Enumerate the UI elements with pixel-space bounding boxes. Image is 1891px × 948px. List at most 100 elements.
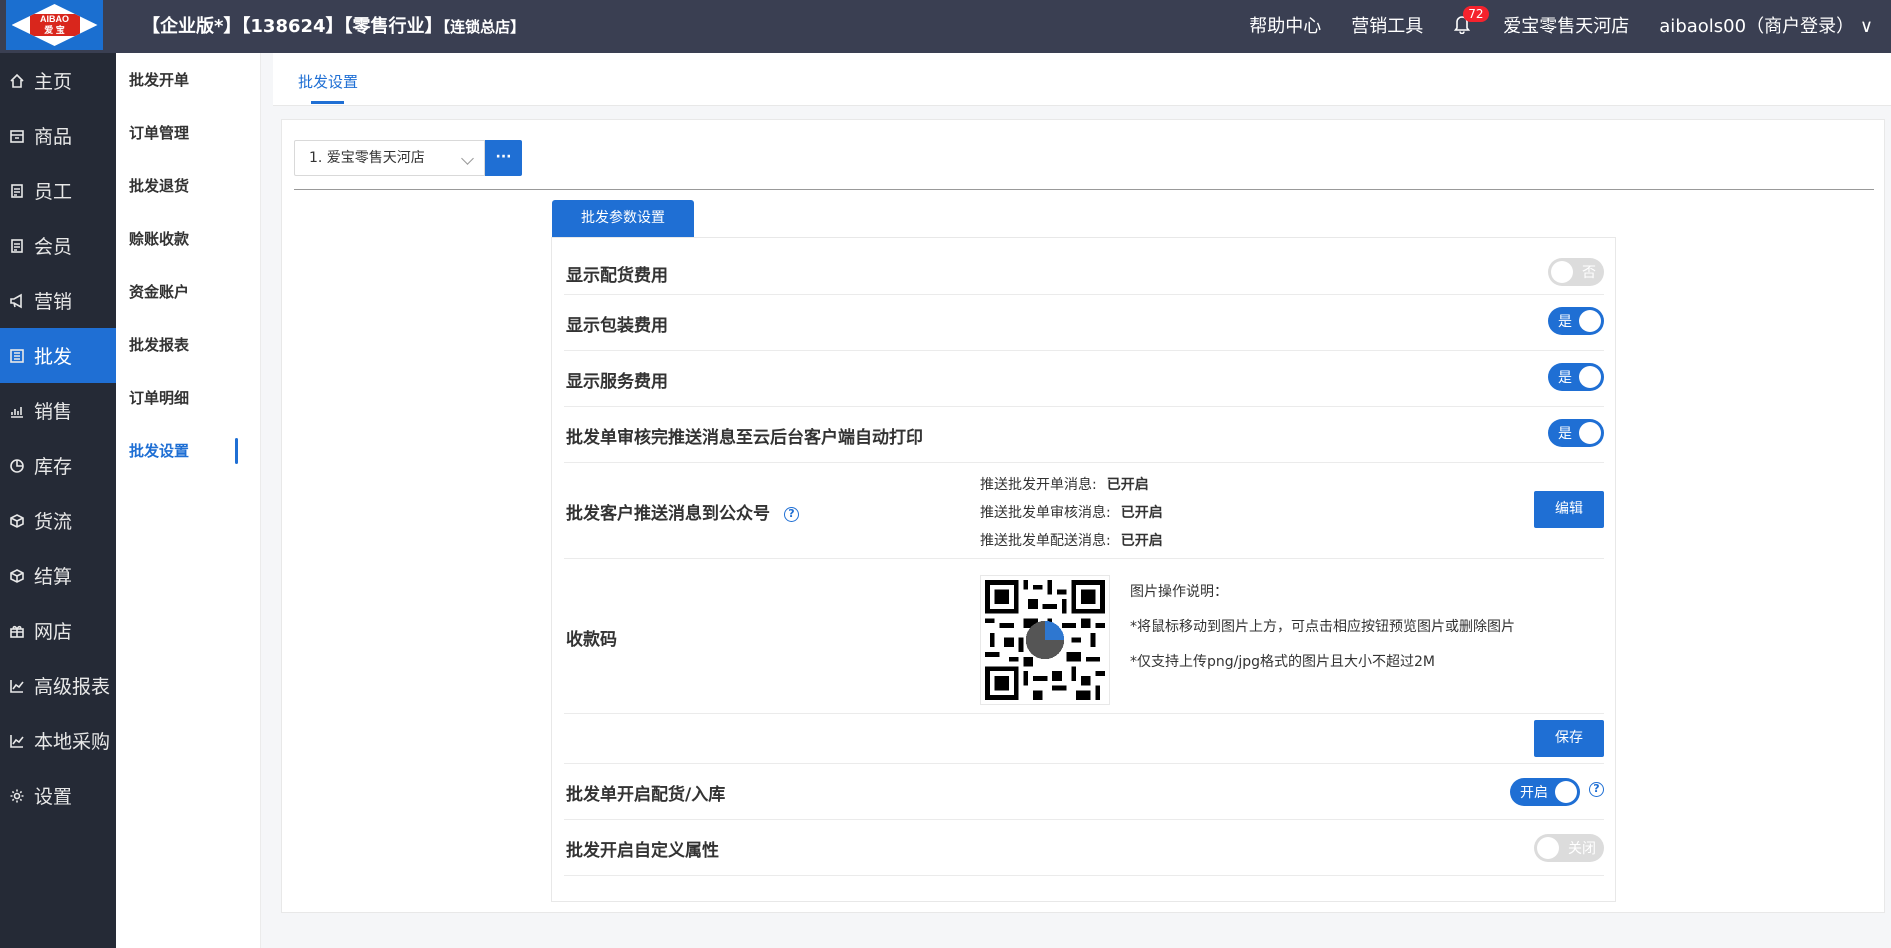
setting-row-payment-code: 收款码 图片操作说明： *将鼠标移动到图片上方，可点击相应按钮预览图片或删除图片… <box>564 559 1604 714</box>
subnav-item[interactable]: 批发开单 <box>116 53 260 106</box>
settlement-icon <box>8 567 26 585</box>
nav-item-label: 营销 <box>34 291 73 313</box>
chevron-down-icon: ∨ <box>1859 16 1873 37</box>
subnav-item[interactable]: 批发退货 <box>116 159 260 212</box>
marketing-tools-link[interactable]: 营销工具 <box>1351 12 1423 38</box>
nav-item-gift-shop[interactable]: 网店 <box>0 603 116 658</box>
setting-row-delivery-fee: 显示配货费用 否 <box>564 248 1604 295</box>
question-circle-icon[interactable]: ? <box>783 506 799 522</box>
setting-row-official-account-push: 批发客户推送消息到公众号 ? 推送批发开单消息: 已开启 推送批发单审核消息: 已开… <box>564 463 1604 559</box>
inventory-pie-icon <box>8 457 26 475</box>
packing-fee-toggle[interactable]: 是 <box>1548 307 1604 335</box>
question-circle-icon[interactable]: ? <box>1589 782 1604 797</box>
setting-row-custom-attributes: 批发开启自定义属性 关闭 <box>564 820 1604 876</box>
aibao-logo[interactable]: AIBAO 爱 宝 <box>6 0 103 50</box>
nav-item-settlement[interactable]: 结算 <box>0 548 116 603</box>
nav-item-label: 网店 <box>34 621 73 643</box>
user-menu[interactable]: aibaols00（商户登录） ∨ <box>1659 12 1873 38</box>
setting-row-service-fee: 显示服务费用 是 <box>564 351 1604 407</box>
subnav-item[interactable]: 资金账户 <box>116 265 260 318</box>
nav-item-label: 高级报表 <box>34 676 111 698</box>
nav-item-home[interactable]: 主页 <box>0 53 116 108</box>
nav-item-label: 货流 <box>34 511 73 533</box>
nav-item-gear[interactable]: 设置 <box>0 768 116 823</box>
edit-button[interactable]: 编辑 <box>1534 491 1604 528</box>
nav-item-staff[interactable]: 员工 <box>0 163 116 218</box>
setting-label: 显示包装费用 <box>566 316 668 336</box>
main-content: 批发设置 1. 爱宝零售天河店 ··· 批发参数设置 显示配货费用 否 显示包装… <box>273 53 1891 948</box>
nav-item-label: 会员 <box>34 236 73 258</box>
nav-item-label: 库存 <box>34 456 73 478</box>
wholesale-params-box: 显示配货费用 否 显示包装费用 是 显示服务费用 是 批发单审核完推送消息至云后… <box>551 237 1616 902</box>
nav-item-purchase-line[interactable]: 本地采购 <box>0 713 116 768</box>
setting-label: 批发单审核完推送消息至云后台客户端自动打印 <box>566 428 923 448</box>
gift-shop-icon <box>8 622 26 640</box>
custom-attributes-toggle[interactable]: 关闭 <box>1534 834 1604 862</box>
image-instructions: 图片操作说明： *将鼠标移动到图片上方，可点击相应按钮预览图片或删除图片 *仅支… <box>1130 584 1515 670</box>
section-tab-wholesale-params[interactable]: 批发参数设置 <box>552 200 694 237</box>
nav-item-report-line[interactable]: 高级报表 <box>0 658 116 713</box>
report-line-icon <box>8 677 26 695</box>
divider <box>294 189 1874 190</box>
delivery-fee-toggle[interactable]: 否 <box>1548 258 1604 286</box>
nav-item-sales-chart[interactable]: 销售 <box>0 383 116 438</box>
nav-item-logistics[interactable]: 货流 <box>0 493 116 548</box>
save-button[interactable]: 保存 <box>1534 720 1604 757</box>
gear-icon <box>8 787 26 805</box>
subnav-item[interactable]: 订单管理 <box>116 106 260 159</box>
logistics-icon <box>8 512 26 530</box>
subnav-item[interactable]: 批发报表 <box>116 318 260 371</box>
distribution-toggle[interactable]: 开启 <box>1510 778 1580 806</box>
setting-label: 显示配货费用 <box>566 266 668 286</box>
nav-item-label: 本地采购 <box>34 731 111 753</box>
nav-item-wholesale[interactable]: 批发 <box>0 328 116 383</box>
active-tab-indicator <box>311 101 344 104</box>
sales-chart-icon <box>8 402 26 420</box>
staff-icon <box>8 182 26 200</box>
push-status-item: 推送批发开单消息: 已开启 <box>980 477 1149 493</box>
sub-sidebar: 批发开单 订单管理 批发退货 赊账收款 资金账户 批发报表 订单明细 批发设置 <box>116 53 261 948</box>
nav-item-label: 销售 <box>34 401 73 423</box>
notification-bell-icon[interactable]: 72 <box>1453 6 1489 36</box>
settings-panel: 1. 爱宝零售天河店 ··· 批发参数设置 显示配货费用 否 显示包装费用 是 <box>281 119 1885 913</box>
setting-row-packing-fee: 显示包装费用 是 <box>564 295 1604 351</box>
edition-info: 【企业版*】【138624】【零售行业】【连锁总店】 <box>142 16 526 37</box>
megaphone-icon <box>8 292 26 310</box>
tab-bar: 批发设置 <box>273 53 1891 106</box>
push-status-list: 推送批发开单消息: 已开启 推送批发单审核消息: 已开启 推送批发单配送消息: 已开启 <box>980 471 1163 555</box>
subnav-item[interactable]: 订单明细 <box>116 371 260 424</box>
nav-item-label: 结算 <box>34 566 73 588</box>
notification-count-badge: 72 <box>1463 6 1489 22</box>
current-store-name[interactable]: 爱宝零售天河店 <box>1503 12 1629 38</box>
payment-qr-code-image[interactable] <box>980 575 1110 705</box>
member-icon <box>8 237 26 255</box>
service-fee-toggle[interactable]: 是 <box>1548 363 1604 391</box>
auto-print-toggle[interactable]: 是 <box>1548 419 1604 447</box>
main-sidebar: 主页商品员工会员营销批发销售库存货流结算网店高级报表本地采购设置 <box>0 53 116 948</box>
nav-item-label: 商品 <box>34 126 73 148</box>
wholesale-icon <box>8 347 26 365</box>
setting-label: 批发客户推送消息到公众号 ? <box>566 499 799 524</box>
setting-label: 批发开启自定义属性 <box>566 841 719 861</box>
nav-item-label: 主页 <box>34 71 73 93</box>
nav-item-label: 设置 <box>34 786 73 808</box>
push-status-item: 推送批发单配送消息: 已开启 <box>980 533 1163 549</box>
product-icon <box>8 127 26 145</box>
subnav-item[interactable]: 赊账收款 <box>116 212 260 265</box>
setting-row-enable-distribution: 批发单开启配货/入库 开启 ? <box>564 764 1604 820</box>
store-select[interactable]: 1. 爱宝零售天河店 <box>294 140 485 176</box>
setting-row-auto-print: 批发单审核完推送消息至云后台客户端自动打印 是 <box>564 407 1604 463</box>
tab-wholesale-settings[interactable]: 批发设置 <box>298 71 358 92</box>
help-center-link[interactable]: 帮助中心 <box>1249 12 1321 38</box>
setting-label: 批发单开启配货/入库 <box>566 785 726 805</box>
top-bar: AIBAO 爱 宝 【企业版*】【138624】【零售行业】【连锁总店】 帮助中心… <box>0 0 1891 53</box>
nav-item-inventory-pie[interactable]: 库存 <box>0 438 116 493</box>
subnav-item[interactable]: 批发设置 <box>116 424 260 477</box>
nav-item-member[interactable]: 会员 <box>0 218 116 273</box>
push-status-item: 推送批发单审核消息: 已开启 <box>980 505 1163 521</box>
nav-item-label: 批发 <box>34 346 73 368</box>
nav-item-product[interactable]: 商品 <box>0 108 116 163</box>
purchase-line-icon <box>8 732 26 750</box>
nav-item-megaphone[interactable]: 营销 <box>0 273 116 328</box>
more-stores-button[interactable]: ··· <box>485 140 522 176</box>
